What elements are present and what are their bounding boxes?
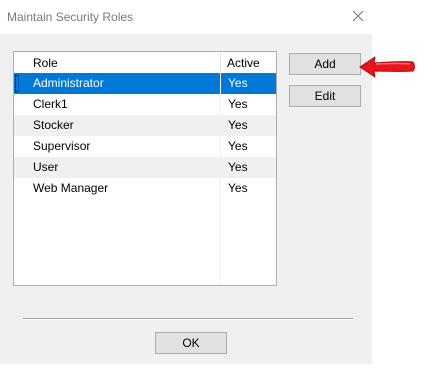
- active-status: Yes: [228, 76, 248, 90]
- roles-list[interactable]: Role Active Administrator Yes Clerk1 Yes…: [13, 51, 277, 286]
- window-title: Maintain Security Roles: [7, 10, 134, 24]
- column-header-role[interactable]: Role: [33, 52, 58, 73]
- role-name: Supervisor: [33, 139, 91, 153]
- role-name: User: [33, 160, 59, 174]
- list-item[interactable]: Administrator Yes: [14, 73, 276, 94]
- selection-divider: [220, 73, 221, 94]
- focus-rectangle: [15, 75, 19, 92]
- separator-line: [23, 318, 353, 320]
- role-name: Administrator: [33, 76, 104, 90]
- red-arrow-icon: [359, 56, 415, 78]
- edit-button[interactable]: Edit: [289, 85, 361, 107]
- role-name: Stocker: [33, 118, 74, 132]
- list-item[interactable]: Clerk1 Yes: [14, 94, 276, 115]
- list-item[interactable]: Stocker Yes: [14, 115, 276, 136]
- list-item[interactable]: Supervisor Yes: [14, 136, 276, 157]
- role-name: Clerk1: [33, 97, 68, 111]
- active-status: Yes: [228, 139, 248, 153]
- ok-button[interactable]: OK: [155, 332, 227, 354]
- add-button[interactable]: Add: [289, 53, 361, 75]
- list-item[interactable]: User Yes: [14, 157, 276, 178]
- role-name: Web Manager: [33, 181, 109, 195]
- active-status: Yes: [228, 160, 248, 174]
- close-icon[interactable]: [350, 8, 366, 24]
- title-bar: Maintain Security Roles: [0, 0, 372, 34]
- list-item[interactable]: Web Manager Yes: [14, 178, 276, 199]
- active-status: Yes: [228, 118, 248, 132]
- maintain-security-roles-dialog: Maintain Security Roles Role Active Admi…: [0, 0, 372, 364]
- list-header: Role Active: [14, 52, 276, 73]
- active-status: Yes: [228, 97, 248, 111]
- column-header-active[interactable]: Active: [227, 52, 260, 73]
- active-status: Yes: [228, 181, 248, 195]
- header-separator[interactable]: [220, 52, 221, 73]
